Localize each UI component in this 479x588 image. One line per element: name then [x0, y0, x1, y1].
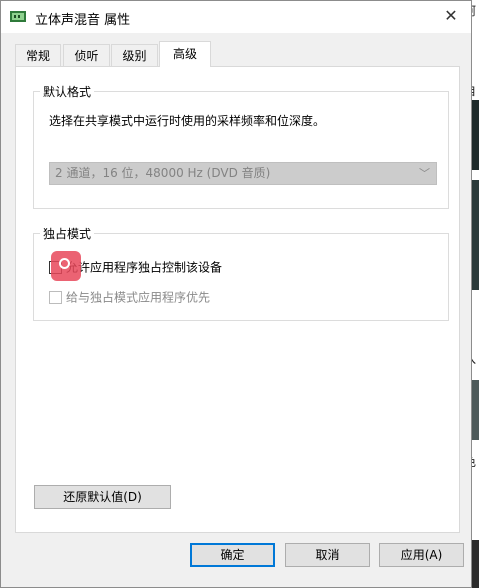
- default-format-value: 2 通道，16 位，48000 Hz (DVD 音质): [55, 166, 271, 180]
- apply-button[interactable]: 应用(A): [379, 543, 464, 567]
- tab-label: 高级: [172, 47, 197, 61]
- exclusive-mode-title: 独占模式: [40, 225, 95, 242]
- tab-general[interactable]: 常规: [15, 44, 61, 66]
- checkbox-box[interactable]: [49, 291, 62, 304]
- chevron-down-icon: ﹀: [419, 167, 430, 180]
- exclusive-priority-label: 给与独占模式应用程序优先: [66, 290, 211, 305]
- properties-dialog: 立体声混音 属性 ✕ 常规 侦听 级别 高级 默认格式 选择在共享模式中运行时使…: [0, 0, 472, 588]
- exclusive-priority-checkbox[interactable]: 给与独占模式应用程序优先: [49, 289, 210, 305]
- default-format-description: 选择在共享模式中运行时使用的采样频率和位深度。: [49, 114, 326, 128]
- title-bar[interactable]: 立体声混音 属性 ✕: [1, 1, 471, 33]
- close-icon: ✕: [444, 6, 458, 25]
- exclusive-mode-group: 独占模式 允许应用程序独占控制该设备 给与独占模式应用程序优先: [33, 225, 449, 321]
- default-format-select[interactable]: 2 通道，16 位，48000 Hz (DVD 音质) ﹀: [49, 162, 437, 185]
- ok-button[interactable]: 确定: [190, 543, 275, 567]
- default-format-group: 默认格式 选择在共享模式中运行时使用的采样频率和位深度。 2 通道，16 位，4…: [33, 83, 449, 209]
- advanced-panel: 默认格式 选择在共享模式中运行时使用的采样频率和位深度。 2 通道，16 位，4…: [15, 66, 460, 533]
- click-indicator: [51, 251, 81, 281]
- tab-levels[interactable]: 级别: [111, 44, 158, 66]
- tab-label: 常规: [25, 49, 50, 63]
- close-button[interactable]: ✕: [431, 1, 471, 33]
- cursor-ring-icon: [59, 258, 70, 269]
- sound-device-icon: [10, 11, 26, 22]
- default-format-title: 默认格式: [40, 83, 95, 100]
- cancel-button[interactable]: 取消: [285, 543, 370, 567]
- tab-listen[interactable]: 侦听: [63, 44, 110, 66]
- tab-advanced[interactable]: 高级: [159, 41, 211, 67]
- restore-defaults-button[interactable]: 还原默认值(D): [34, 485, 171, 509]
- allow-exclusive-label: 允许应用程序独占控制该设备: [66, 260, 223, 275]
- tab-label: 级别: [122, 49, 147, 63]
- tab-label: 侦听: [74, 49, 99, 63]
- window-title: 立体声混音 属性: [35, 13, 131, 28]
